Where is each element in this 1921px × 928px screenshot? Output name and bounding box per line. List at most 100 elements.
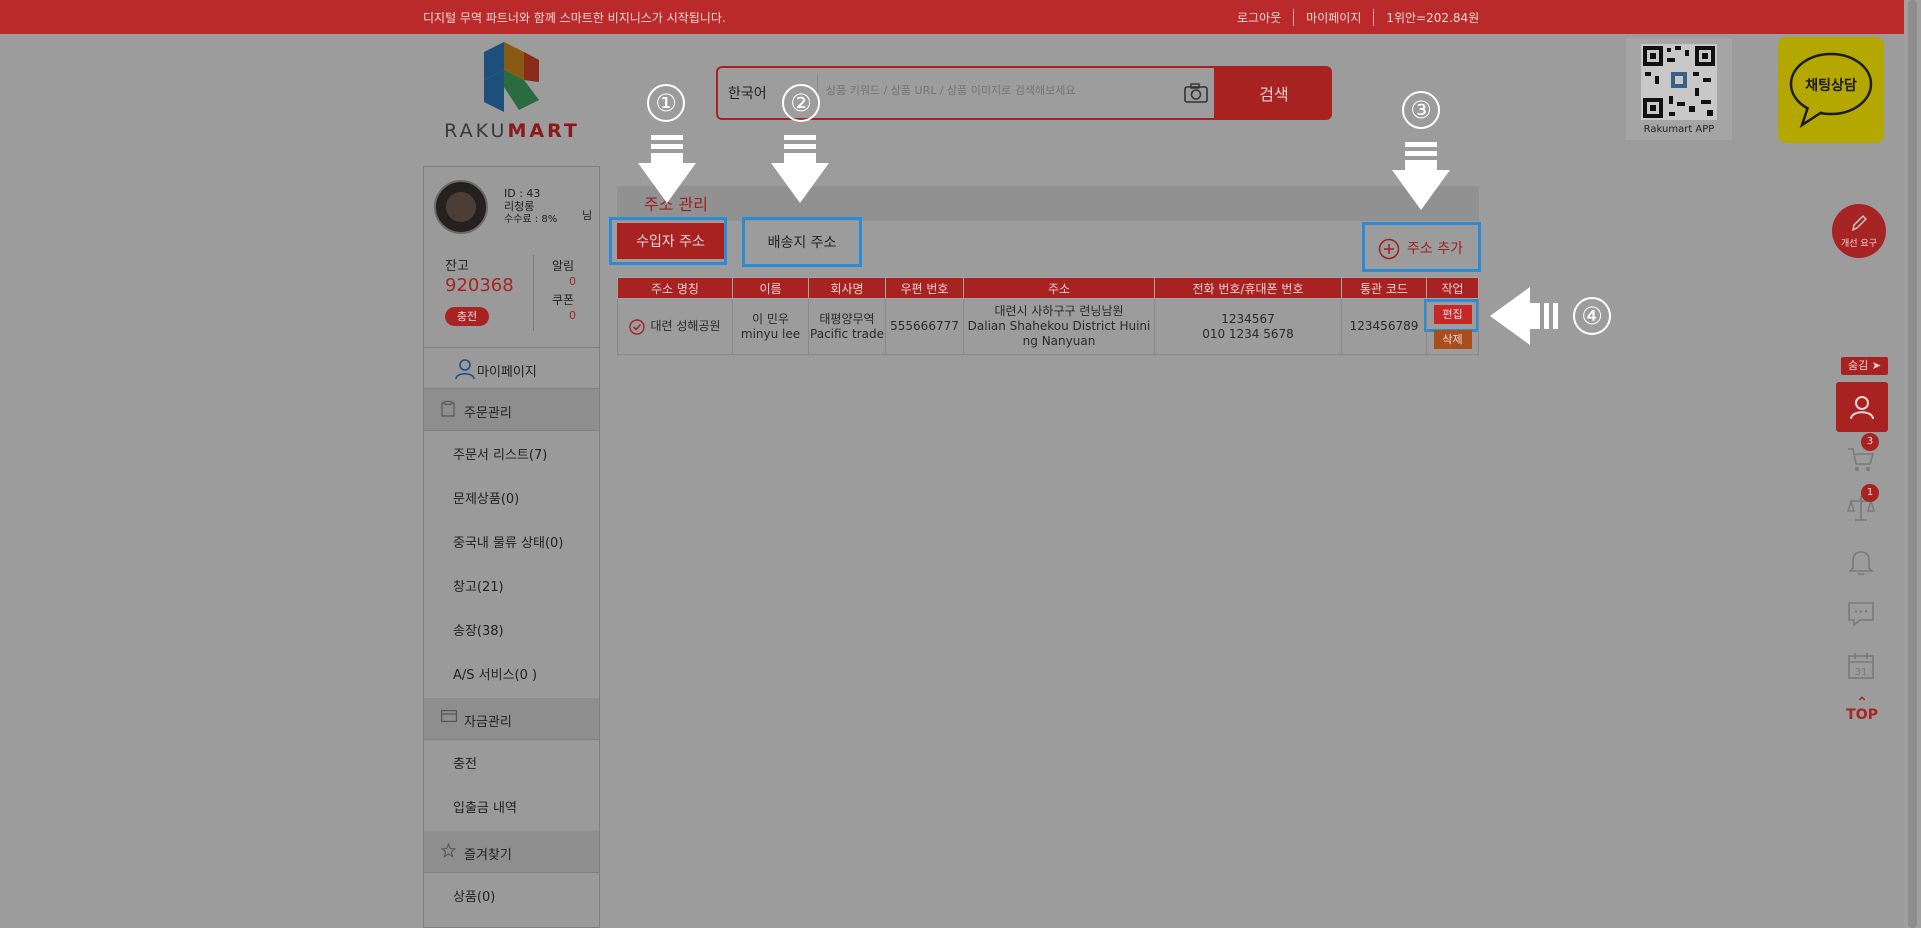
user-fee: 수수료 : 8% bbox=[504, 214, 558, 225]
col-header-company: 회사명 bbox=[808, 277, 886, 299]
coupon-count: 0 bbox=[569, 309, 576, 322]
highlight-add-address bbox=[1362, 222, 1481, 272]
mobile-number: 010 1234 5678 bbox=[1202, 326, 1294, 341]
rakumart-logo-mark bbox=[484, 42, 539, 112]
app-qr: Rakumart APP bbox=[1626, 38, 1732, 140]
chat-label: 채팅상담 bbox=[1805, 78, 1857, 94]
scrollbar-thumb[interactable] bbox=[1908, 0, 1917, 928]
coupon-label[interactable]: 쿠폰 bbox=[552, 291, 574, 308]
step-marker-4: ④ bbox=[1573, 297, 1611, 335]
suggest-improvement-button[interactable]: 개선 요구 bbox=[1832, 204, 1886, 258]
compare-badge: 1 bbox=[1861, 484, 1879, 502]
main-title-bar bbox=[617, 186, 1479, 221]
table-row: 대련 성해공원 이 민우 minyu lee 태평양무역 Pacific tra… bbox=[617, 298, 1479, 355]
charge-button[interactable]: 충전 bbox=[445, 307, 489, 326]
qr-code-icon bbox=[1641, 44, 1717, 120]
company-ko: 태평양무역 bbox=[819, 311, 875, 326]
balance-value: 920368 bbox=[445, 275, 514, 296]
pencil-icon bbox=[1852, 215, 1867, 232]
user-icon bbox=[455, 359, 475, 380]
language-select[interactable]: 한국어 bbox=[728, 83, 767, 103]
alarm-count: 0 bbox=[569, 275, 576, 288]
cell-zip: 555666777 bbox=[885, 298, 964, 355]
cell-action: 편집 삭제 bbox=[1426, 298, 1479, 355]
logout-link[interactable]: 로그아웃 bbox=[1225, 9, 1293, 26]
scroll-top-button[interactable]: ⌃ TOP bbox=[1846, 696, 1878, 723]
arrow-down-icon bbox=[1392, 142, 1450, 210]
profile-divider bbox=[533, 255, 534, 331]
cell-phone: 1234567 010 1234 5678 bbox=[1154, 298, 1342, 355]
top-label: TOP bbox=[1846, 707, 1878, 723]
rail-user-button[interactable] bbox=[1836, 382, 1888, 432]
cell-name: 이 민우 minyu lee bbox=[732, 298, 809, 355]
name-ko: 이 민우 bbox=[752, 311, 789, 326]
name-en: minyu lee bbox=[740, 326, 801, 341]
col-header-label: 주소 명칭 bbox=[617, 277, 733, 299]
sidebar-section-favorites[interactable]: 즐겨찾기 bbox=[424, 831, 599, 873]
logo-wordmark: RAKUMART bbox=[444, 120, 580, 142]
arrow-down-icon bbox=[771, 135, 829, 203]
phone-number: 1234567 bbox=[1221, 311, 1275, 326]
highlight-importer-tab bbox=[609, 217, 727, 265]
address-label: 대련 성해공원 bbox=[650, 319, 721, 333]
top-links: 로그아웃 마이페이지 1위안=202.84원 bbox=[1225, 9, 1491, 26]
address-en: Dalian Shahekou District Huining Nanyuan bbox=[967, 319, 1151, 348]
slogan: 디지털 무역 파트너와 함께 스마트한 비지니스가 시작됩니다. bbox=[423, 11, 726, 25]
camera-icon[interactable] bbox=[1184, 83, 1208, 103]
user-name: 리청롱 bbox=[504, 200, 535, 213]
col-header-action: 작업 bbox=[1426, 277, 1479, 299]
highlight-delivery-tab bbox=[742, 217, 862, 267]
col-header-customs: 통관 코드 bbox=[1341, 277, 1427, 299]
calendar-day: 31 bbox=[1855, 667, 1868, 678]
top-bar: 디지털 무역 파트너와 함께 스마트한 비지니스가 시작됩니다. 로그아웃 마이… bbox=[0, 0, 1921, 34]
user-icon bbox=[1850, 396, 1874, 420]
check-circle-icon[interactable] bbox=[629, 318, 646, 335]
cart-badge: 3 bbox=[1861, 433, 1879, 451]
star-icon bbox=[441, 843, 456, 858]
bell-icon[interactable] bbox=[1846, 547, 1876, 577]
address-ko: 대련시 사하구구 련닝남원 bbox=[994, 304, 1124, 318]
search-input[interactable] bbox=[826, 84, 1166, 97]
clipboard-icon bbox=[441, 401, 455, 417]
cell-customs: 123456789 bbox=[1341, 298, 1427, 355]
arrow-down-icon bbox=[638, 135, 696, 203]
scrollbar[interactable] bbox=[1904, 0, 1921, 928]
alarm-label[interactable]: 알림 bbox=[552, 257, 574, 274]
cell-company: 태평양무역 Pacific trade bbox=[808, 298, 886, 355]
profile-card: ID : 43 리청롱 수수료 : 8% 님 잔고 920368 충전 알림 0… bbox=[424, 167, 599, 347]
message-icon[interactable] bbox=[1846, 599, 1876, 629]
honorific: 님 bbox=[582, 209, 593, 222]
rakumart-logo[interactable]: RAKUMART bbox=[437, 42, 587, 142]
col-header-address: 주소 bbox=[963, 277, 1155, 299]
mypage-link[interactable]: 마이페이지 bbox=[1293, 9, 1373, 26]
cell-address: 대련시 사하구구 련닝남원 Dalian Shahekou District H… bbox=[963, 298, 1155, 355]
col-header-name: 이름 bbox=[732, 277, 809, 299]
col-header-phone: 전화 번호/휴대폰 번호 bbox=[1154, 277, 1342, 299]
arrow-left-icon bbox=[1490, 287, 1558, 345]
sidebar-item-mypage[interactable]: 마이페이지 bbox=[424, 347, 599, 389]
step-marker-1: ① bbox=[647, 84, 685, 122]
balance-label: 잔고 bbox=[445, 259, 469, 274]
sidebar-section-orders[interactable]: 주문관리 bbox=[424, 389, 599, 431]
exchange-rate: 1위안=202.84원 bbox=[1373, 9, 1491, 26]
sidebar-section-funds[interactable]: 자금관리 bbox=[424, 698, 599, 740]
col-header-zip: 우편 번호 bbox=[885, 277, 964, 299]
table-header-row: 주소 명칭 이름 회사명 우편 번호 주소 전화 번호/휴대폰 번호 통관 코드… bbox=[617, 277, 1479, 299]
step-marker-2: ② bbox=[782, 84, 820, 122]
avatar[interactable] bbox=[434, 180, 488, 234]
user-id: ID : 43 bbox=[504, 187, 541, 200]
app-caption: Rakumart APP bbox=[1643, 124, 1715, 135]
hide-rail-button[interactable]: 숨김 ➤ bbox=[1841, 357, 1888, 375]
calendar-icon[interactable]: 31 bbox=[1846, 651, 1876, 681]
profile-info: ID : 43 리청롱 수수료 : 8% bbox=[504, 187, 557, 226]
sidebar: ID : 43 리청롱 수수료 : 8% 님 잔고 920368 충전 알림 0… bbox=[423, 166, 600, 928]
step-marker-3: ③ bbox=[1402, 91, 1440, 129]
search-button[interactable]: 검색 bbox=[1216, 66, 1332, 120]
address-table: 주소 명칭 이름 회사명 우편 번호 주소 전화 번호/휴대폰 번호 통관 코드… bbox=[617, 277, 1479, 355]
company-en: Pacific trade bbox=[810, 326, 884, 341]
delete-button[interactable]: 삭제 bbox=[1433, 329, 1472, 349]
chat-consult-button[interactable]: 채팅상담 bbox=[1778, 37, 1884, 143]
cell-label: 대련 성해공원 bbox=[617, 298, 733, 355]
edit-button[interactable]: 편집 bbox=[1433, 304, 1472, 324]
card-icon bbox=[441, 710, 457, 722]
